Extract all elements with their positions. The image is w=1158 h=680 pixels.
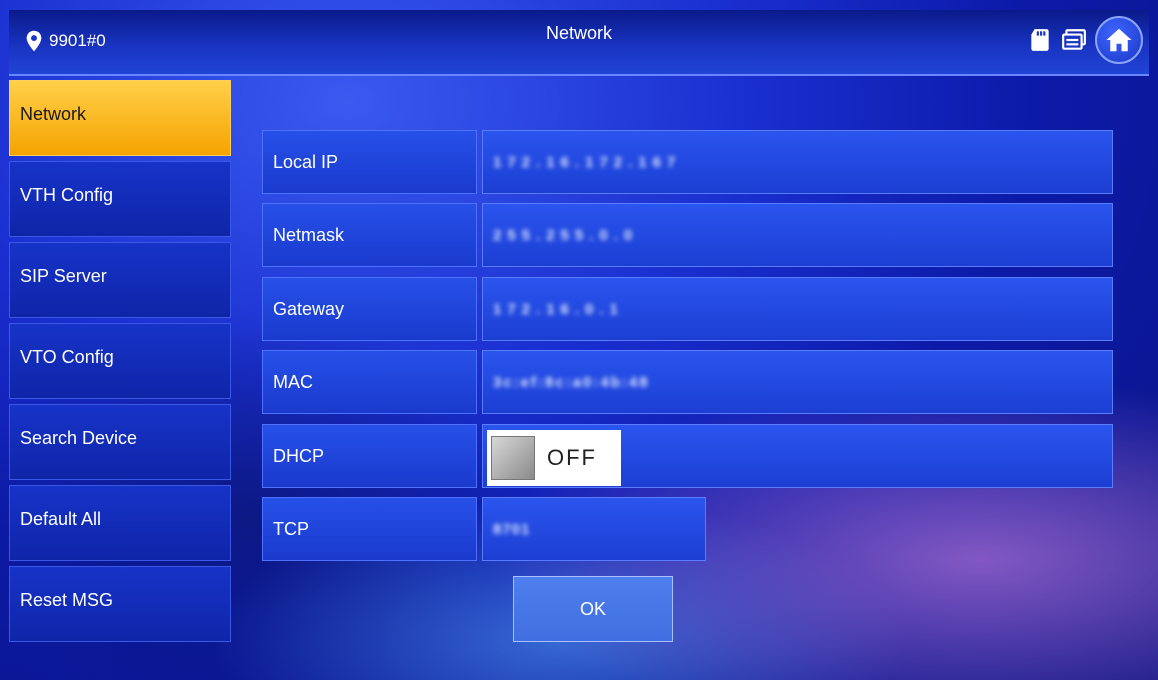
sidebar-item-label: Reset MSG (20, 589, 114, 610)
gateway-label: Gateway (262, 277, 477, 341)
sidebar-item-label: Network (20, 103, 87, 124)
gateway-field[interactable]: 172.16.0.1 (482, 277, 1113, 341)
toggle-knob (491, 436, 535, 480)
page-title: Network (545, 23, 612, 43)
home-icon (1106, 28, 1132, 52)
sidebar-item-network[interactable]: Network (9, 80, 231, 156)
sidebar-item-sip-server[interactable]: SIP Server (9, 242, 231, 318)
dhcp-field: OFF (482, 424, 1113, 488)
sidebar-item-label: Search Device (20, 427, 138, 448)
message-icon[interactable] (1061, 27, 1087, 53)
sidebar-item-search-device[interactable]: Search Device (9, 404, 231, 480)
sidebar-item-label: Default All (20, 508, 102, 529)
sidebar: Network VTH Config SIP Server VTO Config… (9, 80, 231, 647)
dhcp-label: DHCP (262, 424, 477, 488)
local-ip-field[interactable]: 172.16.172.167 (482, 130, 1113, 194)
sidebar-item-label: SIP Server (20, 265, 107, 286)
top-bar: 9901#0 Network (9, 10, 1149, 76)
home-button[interactable] (1095, 16, 1143, 64)
sd-card-icon[interactable] (1027, 27, 1053, 53)
sidebar-item-vto-config[interactable]: VTO Config (9, 323, 231, 399)
mac-field[interactable]: 3c:ef:8c:a0:4b:48 (482, 350, 1113, 414)
sidebar-item-label: VTO Config (20, 346, 114, 367)
toggle-state: OFF (547, 445, 597, 470)
mac-label: MAC (262, 350, 477, 414)
netmask-label: Netmask (262, 203, 477, 267)
dhcp-toggle[interactable]: OFF (487, 430, 621, 486)
sidebar-item-reset-msg[interactable]: Reset MSG (9, 566, 231, 642)
local-ip-label: Local IP (262, 130, 477, 194)
sidebar-item-default-all[interactable]: Default All (9, 485, 231, 561)
sidebar-item-vth-config[interactable]: VTH Config (9, 161, 231, 237)
sidebar-item-label: VTH Config (20, 184, 114, 205)
tcp-label: TCP (262, 497, 477, 561)
ok-button[interactable]: OK (513, 576, 673, 642)
netmask-field[interactable]: 255.255.0.0 (482, 203, 1113, 267)
tcp-field[interactable]: 8701 (482, 497, 706, 561)
